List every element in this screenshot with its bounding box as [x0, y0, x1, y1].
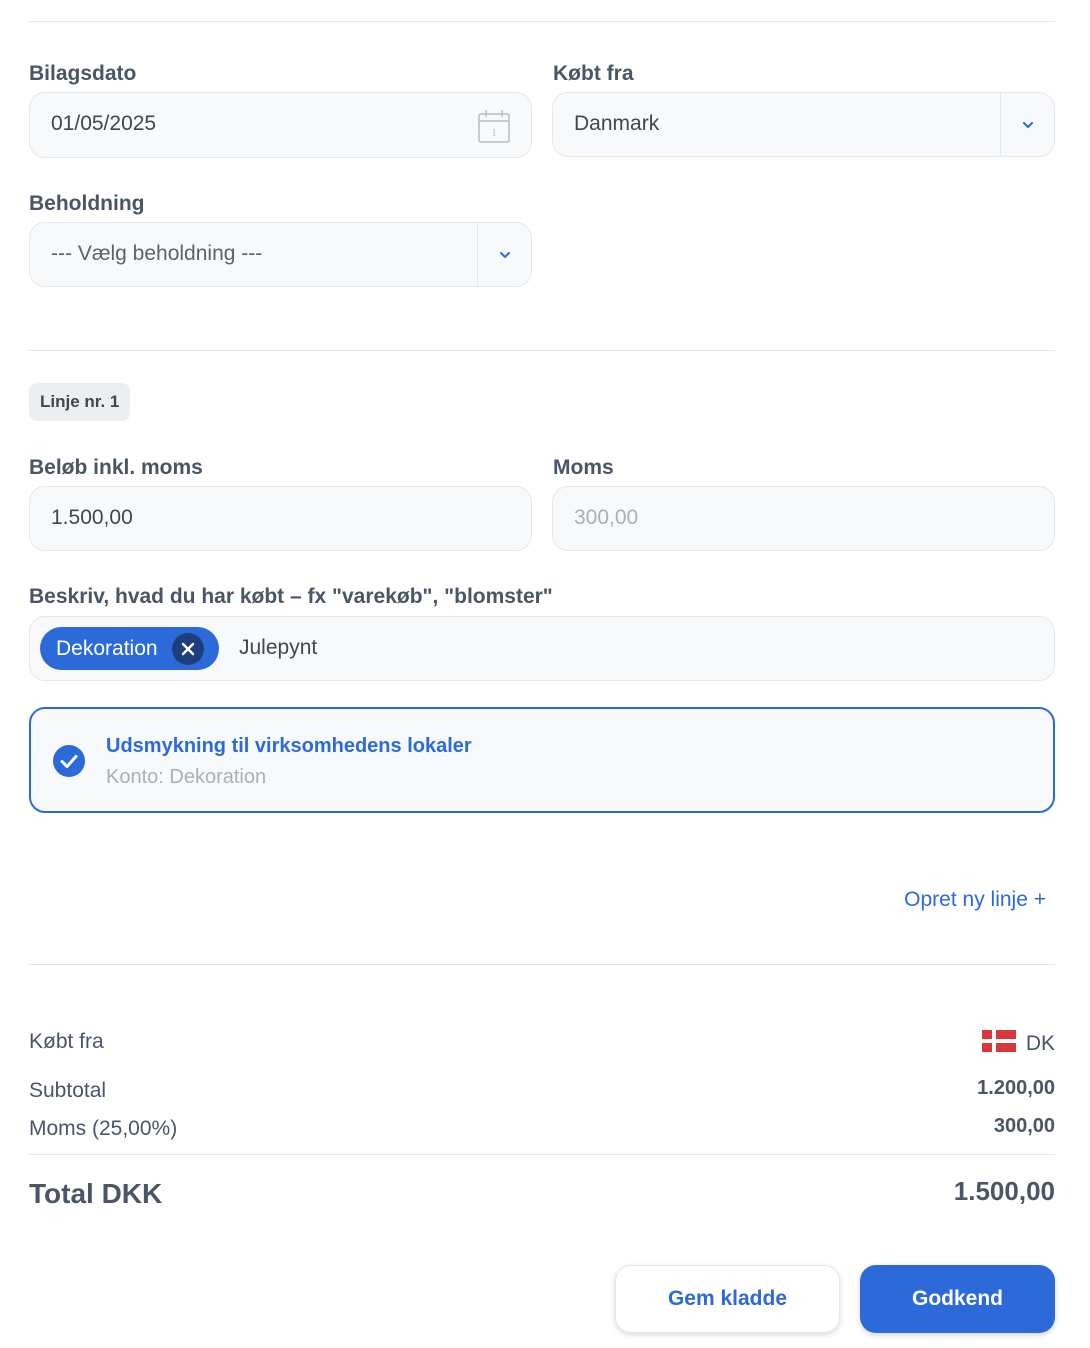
holding-placeholder: --- Vælg beholdning --- [51, 242, 263, 265]
total-label: Total DKK [29, 1178, 163, 1209]
total-divider [29, 1154, 1055, 1155]
date-label: Bilagsdato [29, 62, 137, 85]
section-divider [29, 350, 1055, 351]
denmark-flag-icon [981, 1030, 1016, 1057]
calendar-icon[interactable]: 1 [477, 108, 511, 149]
date-value: 01/05/2025 [51, 112, 157, 135]
chip-label: Dekoration [56, 636, 158, 660]
description-label: Beskriv, hvad du har købt – fx "varekøb"… [29, 585, 553, 608]
country-value: Danmark [574, 112, 660, 135]
subtotal-label: Subtotal [29, 1079, 107, 1102]
summary-vat-label: Moms (25,00%) [29, 1117, 178, 1140]
bought-from-label: Købt fra [553, 62, 634, 85]
new-line-link[interactable]: Opret ny linje + [904, 888, 1046, 912]
suggestion-title: Udsmykning til virksomhedens lokaler [106, 735, 472, 757]
country-code: DK [1025, 1031, 1055, 1055]
account-suggestion-card[interactable]: Udsmykning til virksomhedens lokaler Kon… [29, 707, 1055, 813]
vat-label: Moms [553, 456, 614, 479]
description-text: Julepynt [239, 636, 318, 659]
summary-divider [29, 964, 1055, 965]
category-chip: Dekoration [40, 627, 219, 670]
summary-bought-from-label: Købt fra [29, 1030, 104, 1053]
amount-label: Beløb inkl. moms [29, 456, 203, 479]
summary-vat-value: 300,00 [993, 1115, 1055, 1137]
amount-input[interactable]: 1.500,00 [29, 486, 532, 551]
suggestion-subtitle: Konto: Dekoration [106, 766, 267, 788]
chevron-down-icon[interactable] [1001, 93, 1055, 157]
holding-select[interactable]: --- Vælg beholdning --- [29, 222, 532, 287]
save-draft-button[interactable]: Gem kladde [615, 1265, 840, 1333]
svg-text:1: 1 [492, 128, 497, 139]
holding-label: Beholdning [29, 192, 145, 215]
vat-value: 300,00 [574, 506, 639, 529]
country-indicator: DK [981, 1030, 1055, 1057]
check-circle-icon [53, 745, 85, 782]
country-select[interactable]: Danmark [552, 92, 1055, 157]
amount-value: 1.500,00 [51, 506, 133, 529]
total-value: 1.500,00 [953, 1176, 1055, 1206]
approve-button[interactable]: Godkend [860, 1265, 1055, 1333]
chevron-down-icon[interactable] [478, 223, 532, 287]
date-field[interactable]: 01/05/2025 1 [29, 92, 532, 158]
top-divider [29, 21, 1055, 22]
close-icon[interactable] [171, 632, 204, 665]
vat-input[interactable]: 300,00 [552, 486, 1055, 551]
line-number-badge: Linje nr. 1 [29, 383, 131, 421]
subtotal-value: 1.200,00 [977, 1077, 1055, 1099]
